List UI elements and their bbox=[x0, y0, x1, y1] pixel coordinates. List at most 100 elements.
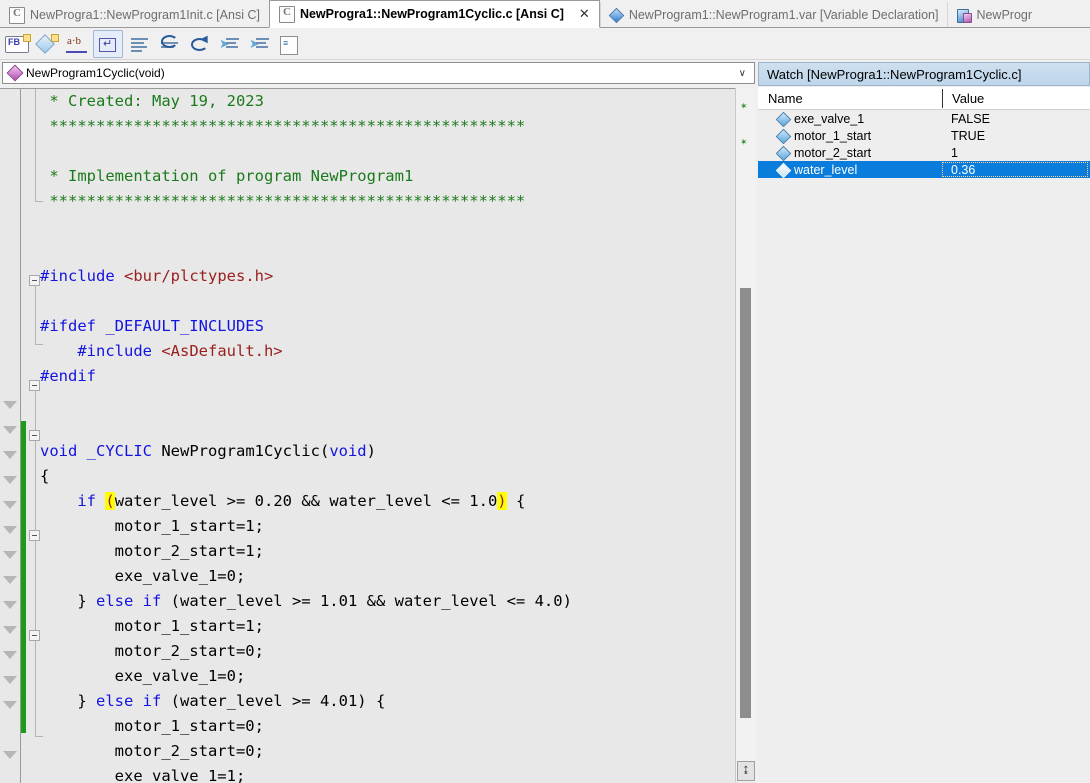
function-selector-combobox[interactable]: NewProgram1Cyclic(void) ∨ bbox=[2, 62, 755, 84]
bookmark-marker-icon[interactable] bbox=[3, 526, 17, 534]
code-line: { bbox=[40, 464, 755, 489]
tab-newprogram1cyclic[interactable]: NewProgra1::NewProgram1Cyclic.c [Ansi C]… bbox=[268, 0, 600, 28]
fold-toggle-elseif-1[interactable] bbox=[29, 530, 40, 541]
code-token: if bbox=[77, 492, 96, 510]
indent-increase-icon[interactable]: ➤ bbox=[215, 31, 243, 57]
watch-row[interactable]: water_level 0.36 bbox=[758, 161, 1090, 178]
fold-guide-line bbox=[35, 286, 36, 344]
insert-variable-icon[interactable] bbox=[33, 31, 61, 57]
bookmark-marker-icon[interactable] bbox=[3, 451, 17, 459]
code-token: #endif bbox=[40, 367, 96, 385]
code-token: exe_valve_1=1; bbox=[40, 767, 246, 783]
editor-marker-gutter[interactable] bbox=[0, 89, 21, 783]
code-token: motor_1_start=0; bbox=[40, 717, 264, 735]
code-token: motor_1_start=1; bbox=[40, 617, 264, 635]
watch-row[interactable]: exe_valve_1 FALSE bbox=[758, 110, 1090, 127]
tab-label: NewProgram1::NewProgram1.var [Variable D… bbox=[628, 8, 939, 22]
bookmark-marker-icon[interactable] bbox=[3, 651, 17, 659]
code-token: { bbox=[506, 492, 526, 510]
code-token: { bbox=[40, 467, 50, 485]
watch-variable-value[interactable]: 0.36 bbox=[942, 162, 1088, 177]
code-token: exe_valve_1=0; bbox=[40, 667, 246, 685]
watch-variable-value[interactable]: TRUE bbox=[942, 129, 1090, 143]
watch-variable-name: motor_1_start bbox=[794, 128, 872, 143]
scroll-marker-icon: ✶ bbox=[740, 137, 748, 147]
fold-guide-line bbox=[35, 391, 36, 736]
variable-diamond-icon bbox=[776, 161, 794, 178]
code-line: exe_valve_1=0; bbox=[40, 564, 755, 589]
document-properties-icon[interactable]: ≡ bbox=[275, 31, 303, 57]
bookmark-marker-icon[interactable] bbox=[3, 751, 17, 759]
bookmark-marker-icon[interactable] bbox=[3, 701, 17, 709]
bookmark-marker-icon[interactable] bbox=[3, 551, 17, 559]
watch-row[interactable]: motor_1_start TRUE bbox=[758, 127, 1090, 144]
column-header-value[interactable]: Value bbox=[943, 91, 984, 106]
tab-newprogram1init[interactable]: NewProgra1::NewProgram1Init.c [Ansi C] bbox=[0, 2, 269, 28]
insert-line-icon[interactable]: ↵ bbox=[93, 30, 123, 58]
code-token: void bbox=[329, 442, 367, 460]
code-line: exe_valve_1=1; bbox=[40, 764, 755, 783]
variable-diamond-icon bbox=[776, 127, 794, 144]
bookmark-marker-icon[interactable] bbox=[3, 601, 17, 609]
tab-newprogram1-var[interactable]: NewProgram1::NewProgram1.var [Variable D… bbox=[599, 2, 948, 28]
bookmark-marker-icon[interactable] bbox=[3, 426, 17, 434]
code-token: (water_level >= 1.01 && water_level <= 4… bbox=[161, 592, 572, 610]
editor-tab-bar: NewProgra1::NewProgram1Init.c [Ansi C] N… bbox=[0, 0, 1090, 28]
code-token: motor_1_start=1; bbox=[40, 517, 264, 535]
bookmark-marker-icon[interactable] bbox=[3, 626, 17, 634]
fold-toggle-ifdef[interactable] bbox=[29, 275, 40, 286]
ide-window: NewProgra1::NewProgram1Init.c [Ansi C] N… bbox=[0, 0, 1090, 783]
function-selector-value: NewProgram1Cyclic(void) bbox=[26, 66, 165, 80]
tab-close-icon[interactable]: ✕ bbox=[579, 6, 590, 22]
chevron-down-icon[interactable]: ∨ bbox=[739, 68, 746, 79]
indent-decrease-icon[interactable]: ➤ bbox=[245, 31, 273, 57]
bookmark-marker-icon[interactable] bbox=[3, 676, 17, 684]
rename-variable-icon[interactable]: a·b bbox=[63, 31, 91, 57]
code-token: motor_2_start=0; bbox=[40, 642, 264, 660]
watch-variable-value[interactable]: FALSE bbox=[942, 112, 1090, 126]
code-token: <AsDefault.h> bbox=[161, 342, 283, 360]
scrollbar-thumb[interactable] bbox=[740, 288, 751, 718]
code-line: if (water_level >= 0.20 && water_level <… bbox=[40, 489, 755, 514]
function-icon bbox=[7, 66, 23, 80]
code-line: motor_1_start=1; bbox=[40, 614, 755, 639]
code-token: ) bbox=[497, 492, 507, 510]
code-line: } else if (water_level >= 1.01 && water_… bbox=[40, 589, 755, 614]
watch-row[interactable]: motor_2_start 1 bbox=[758, 144, 1090, 161]
editor-vertical-scrollbar[interactable]: ✶ ✶ bbox=[735, 88, 755, 782]
undo-navigation-icon[interactable]: ◀ bbox=[185, 31, 213, 57]
goto-end-icon[interactable] bbox=[737, 761, 755, 781]
code-token: } bbox=[40, 592, 96, 610]
code-token: ( bbox=[105, 492, 115, 510]
code-token: * Implementation of program NewProgram1 bbox=[40, 167, 414, 185]
code-line: #ifdef _DEFAULT_INCLUDES bbox=[40, 314, 755, 339]
fold-toggle-if[interactable] bbox=[29, 430, 40, 441]
code-line: } else if (water_level >= 4.01) { bbox=[40, 689, 755, 714]
fold-toggle-function[interactable] bbox=[29, 380, 40, 391]
insert-function-block-icon[interactable]: FB bbox=[3, 31, 31, 57]
code-token: #include bbox=[40, 267, 124, 285]
bookmark-marker-icon[interactable] bbox=[3, 501, 17, 509]
fold-toggle-elseif-2[interactable] bbox=[29, 630, 40, 641]
code-line: * Created: May 19, 2023 bbox=[40, 89, 755, 114]
bookmark-marker-icon[interactable] bbox=[3, 401, 17, 409]
bookmark-marker-icon[interactable] bbox=[3, 576, 17, 584]
code-text[interactable]: * Created: May 19, 2023 ****************… bbox=[40, 89, 755, 783]
align-icon[interactable] bbox=[155, 31, 183, 57]
code-token: ****************************************… bbox=[40, 117, 526, 135]
format-block-icon[interactable] bbox=[125, 31, 153, 57]
code-editor[interactable]: * Created: May 19, 2023 ****************… bbox=[0, 88, 755, 783]
watch-variable-name: exe_valve_1 bbox=[794, 111, 865, 126]
code-line: motor_2_start=0; bbox=[40, 739, 755, 764]
tab-newprogram-overflow[interactable]: NewProgr bbox=[947, 2, 1042, 28]
watch-variable-list[interactable]: exe_valve_1 FALSE motor_1_start TRUE motor_2… bbox=[758, 110, 1090, 782]
column-header-name[interactable]: Name bbox=[758, 91, 942, 106]
watch-variable-value[interactable]: 1 bbox=[942, 146, 1090, 160]
bookmark-marker-icon[interactable] bbox=[3, 476, 17, 484]
